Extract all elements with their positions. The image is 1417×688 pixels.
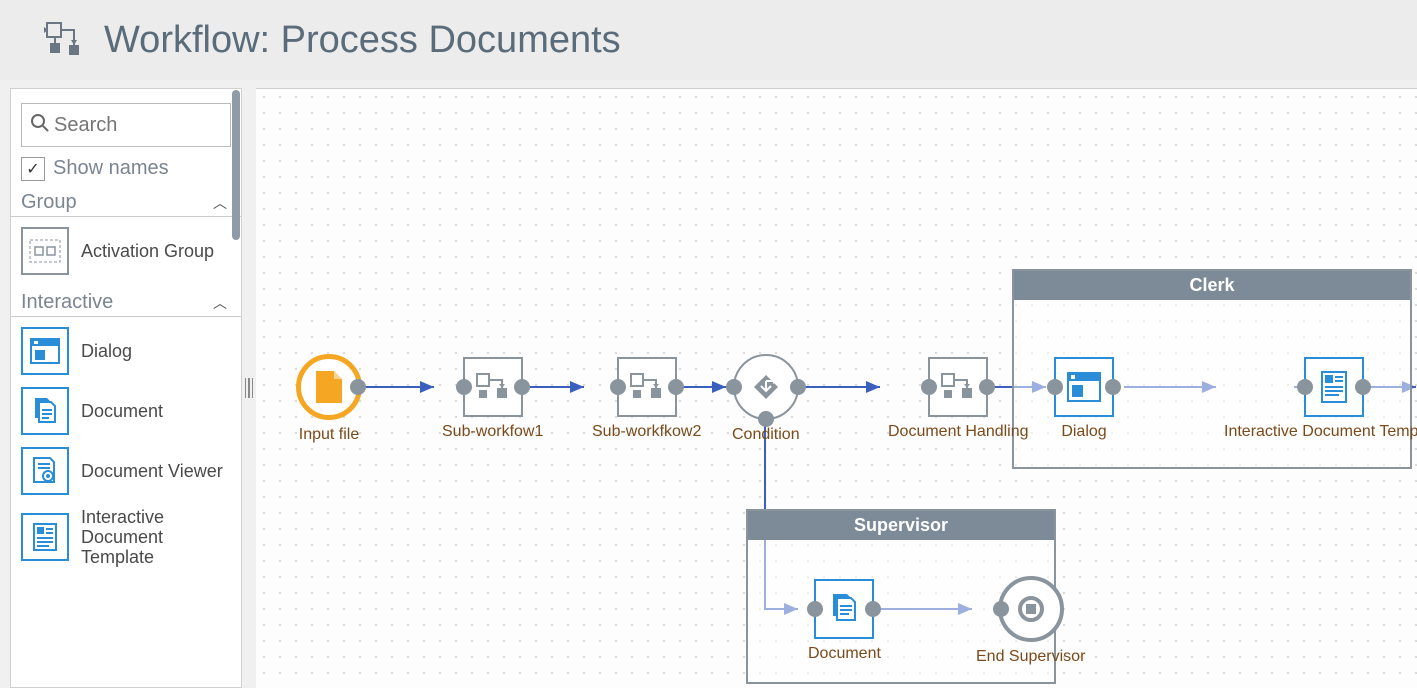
sidebar: ✓ Show names Group ︿ Activation Group In… bbox=[10, 88, 242, 688]
node-label: Document bbox=[808, 645, 881, 663]
node-document[interactable]: Document bbox=[808, 579, 881, 663]
palette-interactive-doc-template[interactable]: Interactive Document Template bbox=[11, 501, 241, 573]
node-dialog[interactable]: Dialog bbox=[1054, 357, 1114, 441]
node-label: Document Handling bbox=[888, 423, 1029, 441]
splitter[interactable] bbox=[242, 88, 256, 688]
palette-label: Interactive Document Template bbox=[81, 507, 231, 567]
section-interactive-header[interactable]: Interactive ︿ bbox=[11, 285, 241, 317]
node-label: Condition bbox=[732, 426, 800, 444]
palette-label: Activation Group bbox=[81, 241, 214, 261]
search-input-container[interactable] bbox=[21, 103, 231, 147]
node-sub-workflow2[interactable]: Sub-workfkow2 bbox=[592, 357, 701, 441]
group-clerk-title: Clerk bbox=[1014, 271, 1410, 300]
node-sub-workflow1[interactable]: Sub-workfow1 bbox=[442, 357, 543, 441]
palette-document[interactable]: Document bbox=[11, 381, 241, 441]
node-interactive-doc-template[interactable]: Interactive Document Template bbox=[1224, 357, 1417, 441]
workflow-canvas[interactable]: Clerk Supervisor Input file Sub-workfow1 bbox=[256, 88, 1417, 688]
checkbox-icon[interactable]: ✓ bbox=[21, 157, 45, 181]
dialog-icon bbox=[21, 327, 69, 375]
page-title: Workflow: Process Documents bbox=[104, 19, 621, 62]
splitter-handle-icon bbox=[245, 378, 253, 398]
palette-label: Document Viewer bbox=[81, 461, 223, 481]
palette-label: Dialog bbox=[81, 341, 132, 361]
node-label: Sub-workfkow2 bbox=[592, 423, 701, 441]
section-interactive-title: Interactive bbox=[21, 291, 113, 314]
document-viewer-icon bbox=[21, 447, 69, 495]
palette-activation-group[interactable]: Activation Group bbox=[11, 221, 241, 281]
palette-dialog[interactable]: Dialog bbox=[11, 321, 241, 381]
interactive-doc-template-icon bbox=[21, 513, 69, 561]
node-condition[interactable]: Condition bbox=[732, 354, 800, 444]
show-names-label: Show names bbox=[53, 157, 169, 179]
header: Workflow: Process Documents bbox=[0, 0, 1417, 80]
node-label: Sub-workfow1 bbox=[442, 423, 543, 441]
node-label: Dialog bbox=[1061, 423, 1106, 441]
scrollbar[interactable] bbox=[232, 90, 240, 240]
search-input[interactable] bbox=[54, 114, 242, 137]
node-label: End Supervisor bbox=[976, 648, 1085, 666]
search-icon bbox=[30, 113, 50, 138]
node-label: Interactive Document Template bbox=[1224, 423, 1417, 441]
section-group-header[interactable]: Group ︿ bbox=[11, 185, 241, 217]
palette-label: Document bbox=[81, 401, 163, 421]
node-label: Input file bbox=[299, 426, 359, 444]
show-names-checkbox[interactable]: ✓ Show names bbox=[21, 157, 231, 181]
node-end-supervisor[interactable]: End Supervisor bbox=[976, 576, 1085, 666]
chevron-up-icon: ︿ bbox=[213, 293, 227, 313]
node-document-handling[interactable]: Document Handling bbox=[888, 357, 1029, 441]
palette-document-viewer[interactable]: Document Viewer bbox=[11, 441, 241, 501]
chevron-up-icon: ︿ bbox=[213, 193, 227, 213]
group-supervisor-title: Supervisor bbox=[748, 511, 1054, 540]
activation-group-icon bbox=[21, 227, 69, 275]
workflow-icon bbox=[40, 16, 88, 64]
section-group-title: Group bbox=[21, 191, 77, 214]
document-icon bbox=[21, 387, 69, 435]
node-input-file[interactable]: Input file bbox=[296, 354, 362, 444]
